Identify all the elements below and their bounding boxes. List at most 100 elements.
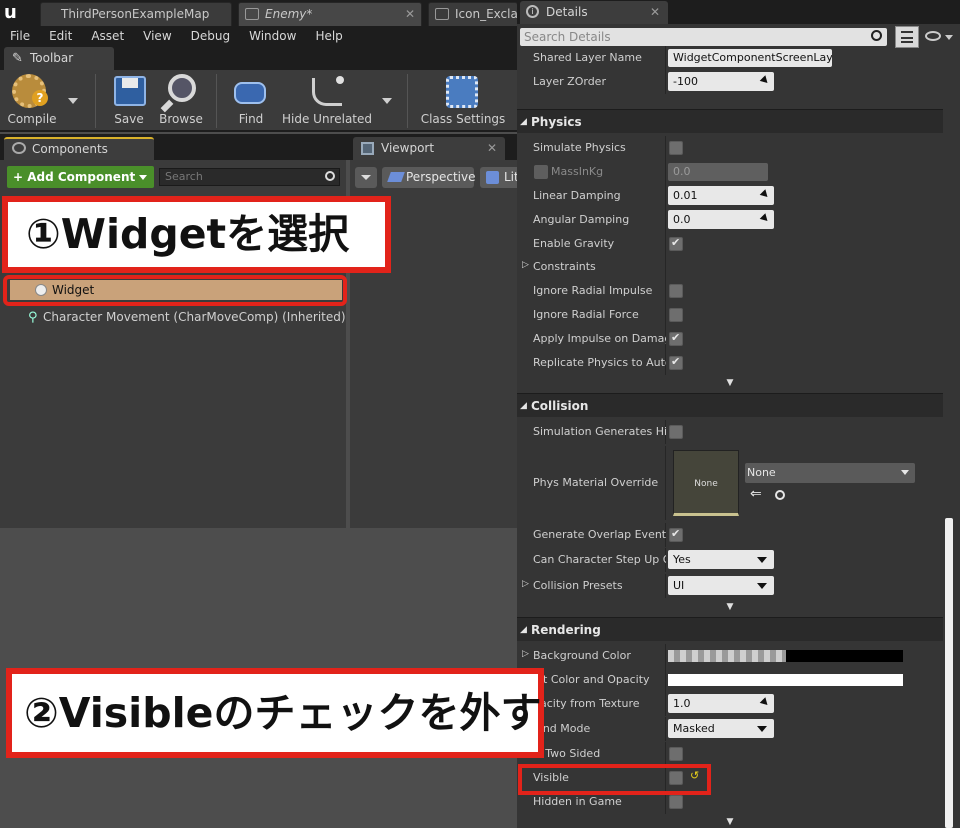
property-layer-zorder: Layer ZOrder -100 (517, 70, 943, 94)
apply-impulse-checkbox[interactable] (669, 331, 683, 346)
step-up-on-select[interactable]: Yes (668, 550, 774, 569)
property-step-up-on: Can Character Step Up On Yes (517, 548, 943, 572)
rendering-advanced-expander[interactable]: ▼ (517, 816, 943, 828)
ignore-radial-force-checkbox[interactable] (669, 308, 683, 322)
collision-title: Collision (531, 399, 589, 413)
perspective-label: Perspective (406, 170, 476, 184)
enable-gravity-checkbox[interactable] (669, 236, 683, 251)
search-icon (325, 171, 335, 181)
menu-asset[interactable]: Asset (91, 29, 124, 43)
property-matrix-button[interactable] (895, 26, 919, 48)
collapse-arrow-icon: ◢ (520, 401, 527, 411)
details-search-placeholder: Search Details (524, 30, 611, 44)
shared-layer-name-value[interactable]: WidgetComponentScreenLayer (668, 49, 832, 67)
property-constraints[interactable]: ▷ Constraints (517, 255, 943, 279)
blend-mode-label: lend Mode (533, 722, 591, 735)
layer-zorder-input[interactable]: -100 (668, 72, 774, 91)
collision-presets-select[interactable]: UI (668, 576, 774, 595)
hide-unrelated-dropdown-icon[interactable] (382, 98, 392, 104)
mass-override-checkbox[interactable] (534, 165, 548, 179)
step1-callout: ①Widgetを選択 (2, 196, 391, 273)
expand-arrow-icon[interactable]: ▷ (522, 649, 529, 659)
linear-damping-input[interactable]: 0.01 (668, 186, 774, 205)
step1-text: ①Widgetを選択 (26, 210, 350, 258)
chevron-down-icon[interactable] (945, 35, 953, 40)
class-settings-button[interactable]: Class Settings (420, 74, 506, 130)
opacity-from-texture-label: pacity from Texture (533, 697, 640, 710)
opacity-from-texture-input[interactable]: 1.0 (668, 694, 774, 713)
menu-file[interactable]: File (10, 29, 30, 43)
step-up-on-label: Can Character Step Up On (533, 553, 666, 566)
mass-input: 0.0 (668, 163, 768, 181)
sim-generates-hit-checkbox[interactable] (669, 425, 683, 439)
menu-help[interactable]: Help (315, 29, 342, 43)
phys-material-dropdown[interactable]: None (745, 463, 915, 483)
details-tab[interactable]: i Details ✕ (520, 1, 668, 24)
tab-icon[interactable]: Icon_Exclar (428, 2, 518, 26)
collision-advanced-expander[interactable]: ▼ (517, 601, 943, 613)
details-search-input[interactable]: Search Details (520, 28, 887, 46)
material-thumbnail[interactable]: None (673, 450, 739, 516)
collapse-arrow-icon: ◢ (520, 625, 527, 635)
ignore-radial-force-label: Ignore Radial Force (533, 308, 639, 321)
two-sided-checkbox[interactable] (669, 747, 683, 761)
physics-advanced-expander[interactable]: ▼ (517, 377, 943, 389)
menu-window[interactable]: Window (249, 29, 296, 43)
compile-dropdown-icon[interactable] (68, 98, 78, 104)
angular-damping-input[interactable]: 0.0 (668, 210, 774, 229)
add-component-button[interactable]: + Add Component (7, 166, 154, 188)
browse-search-icon[interactable] (775, 490, 785, 500)
widget-highlight-box (3, 275, 347, 306)
save-button[interactable]: Save (104, 74, 154, 130)
physics-section-header[interactable]: ◢ Physics (517, 109, 943, 133)
components-icon (12, 142, 26, 154)
viewport-options-button[interactable] (355, 167, 377, 188)
close-icon[interactable]: ✕ (650, 1, 660, 23)
compile-button[interactable]: ? Compile (6, 74, 58, 130)
menu-view[interactable]: View (143, 29, 171, 43)
use-selected-arrow-icon[interactable]: ⇐ (750, 486, 762, 502)
binoculars-icon (234, 82, 266, 104)
magnifier-handle-shape (160, 99, 174, 113)
floppy-label-shape (122, 78, 138, 88)
search-icon (871, 30, 882, 41)
background-color-swatch[interactable] (668, 650, 903, 662)
components-tab[interactable]: Components (4, 137, 154, 160)
component-item-movement[interactable]: ⚲ Character Movement (CharMoveComp) (Inh… (24, 307, 346, 327)
menu-debug[interactable]: Debug (191, 29, 230, 43)
lit-button[interactable]: Lit (480, 167, 517, 188)
mass-label: MassInKg (551, 165, 604, 178)
viewport-tab[interactable]: Viewport ✕ (353, 137, 505, 160)
material-thumbnail-label: None (694, 479, 718, 489)
details-scrollbar-thumb[interactable] (945, 518, 953, 828)
tab-enemy[interactable]: Enemy* ✕ (238, 2, 422, 26)
constraints-label: Constraints (533, 260, 596, 273)
toolbar-tab[interactable]: ✎ Toolbar (4, 47, 114, 70)
rendering-section-header[interactable]: ◢ Rendering (517, 617, 943, 641)
blend-mode-select[interactable]: Masked (668, 719, 774, 738)
browse-button[interactable]: Browse (156, 74, 206, 130)
tab-map[interactable]: ThirdPersonExampleMap (40, 2, 232, 26)
shared-layer-name-label: Shared Layer Name (533, 51, 642, 64)
perspective-button[interactable]: Perspective (382, 167, 476, 188)
hide-unrelated-button[interactable]: Hide Unrelated (282, 74, 372, 130)
expand-arrow-icon[interactable]: ▷ (522, 579, 529, 589)
close-icon[interactable]: ✕ (487, 137, 497, 160)
tint-color-swatch[interactable] (668, 674, 903, 686)
simulate-physics-checkbox[interactable] (669, 141, 683, 155)
property-phys-material: Phys Material Override None None ⇐ (517, 446, 943, 520)
property-two-sided: ls Two Sided (517, 742, 943, 766)
hidden-in-game-checkbox[interactable] (669, 795, 683, 809)
collision-section-header[interactable]: ◢ Collision (517, 393, 943, 417)
property-ignore-radial-force: Ignore Radial Force (517, 303, 943, 327)
replicate-physics-checkbox[interactable] (669, 355, 683, 370)
ignore-radial-impulse-checkbox[interactable] (669, 284, 683, 298)
apply-impulse-label: Apply Impulse on Damage (533, 332, 666, 345)
menu-edit[interactable]: Edit (49, 29, 72, 43)
viewport-title: Viewport (381, 141, 435, 155)
eye-icon[interactable] (925, 31, 941, 41)
close-icon[interactable]: ✕ (405, 3, 415, 25)
find-button[interactable]: Find (228, 74, 274, 130)
generate-overlap-checkbox[interactable] (669, 527, 683, 542)
component-search-input[interactable]: Search (159, 168, 340, 186)
